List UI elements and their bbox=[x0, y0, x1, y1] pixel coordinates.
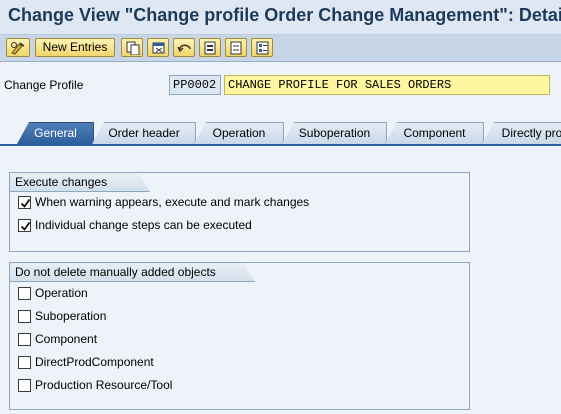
delete-button[interactable] bbox=[147, 38, 169, 57]
do-not-delete-group: Do not delete manually added objects Ope… bbox=[9, 262, 470, 410]
title-bar: Change View "Change profile Order Change… bbox=[0, 0, 561, 35]
copy-icon bbox=[126, 41, 140, 55]
config-icon bbox=[256, 41, 269, 55]
checkmark-icon bbox=[20, 199, 31, 208]
tab-suboperation[interactable]: Suboperation bbox=[282, 122, 387, 144]
tab-strip: General Order header Operation Suboperat… bbox=[0, 122, 561, 144]
new-entries-button[interactable]: New Entries bbox=[35, 38, 115, 57]
execute-changes-group-title: Execute changes bbox=[10, 173, 150, 192]
undo-button[interactable] bbox=[173, 38, 195, 57]
checkbox-label-production-resource-tool: Production Resource/Tool bbox=[35, 378, 173, 392]
change-profile-description-field[interactable]: CHANGE PROFILE FOR SALES ORDERS bbox=[224, 75, 550, 95]
page-title: Change View "Change profile Order Change… bbox=[8, 5, 561, 25]
change-profile-label: Change Profile bbox=[4, 78, 84, 92]
select-all-icon bbox=[204, 41, 216, 55]
tab-directly-produced[interactable]: Directly pro bbox=[482, 122, 561, 144]
checkbox-individual-steps[interactable] bbox=[18, 219, 31, 232]
select-all-button[interactable] bbox=[199, 38, 221, 57]
checkbox-suboperation[interactable] bbox=[18, 310, 31, 323]
display-change-button[interactable] bbox=[6, 38, 30, 57]
deselect-button[interactable] bbox=[225, 38, 247, 57]
config-button[interactable] bbox=[251, 38, 273, 57]
tab-component[interactable]: Component bbox=[385, 122, 484, 144]
checkbox-label-component: Component bbox=[35, 332, 98, 346]
do-not-delete-group-title: Do not delete manually added objects bbox=[10, 263, 255, 282]
application-toolbar: New Entries bbox=[0, 35, 561, 62]
checkbox-label-individual-steps: Individual change steps can be executed bbox=[35, 218, 252, 232]
checkbox-label-warning-execute-mark: When warning appears, execute and mark c… bbox=[35, 195, 310, 209]
tab-content-general: Execute changes When warning appears, ex… bbox=[0, 144, 561, 414]
tab-general[interactable]: General bbox=[17, 122, 94, 144]
checkbox-directprodcomponent[interactable] bbox=[18, 356, 31, 369]
checkbox-label-directprodcomponent: DirectProdComponent bbox=[35, 355, 154, 369]
checkbox-label-operation: Operation bbox=[35, 286, 88, 300]
execute-changes-group: Execute changes When warning appears, ex… bbox=[9, 172, 470, 252]
checkbox-label-suboperation: Suboperation bbox=[35, 309, 107, 323]
checkbox-component[interactable] bbox=[18, 333, 31, 346]
checkmark-icon bbox=[20, 222, 31, 231]
copy-button[interactable] bbox=[121, 38, 143, 57]
deselect-icon bbox=[230, 41, 242, 55]
checkbox-operation[interactable] bbox=[18, 287, 31, 300]
display-change-icon bbox=[11, 42, 25, 55]
checkbox-warning-execute-mark[interactable] bbox=[18, 196, 31, 209]
profile-row: Change Profile PP0002 CHANGE PROFILE FOR… bbox=[0, 72, 561, 98]
tab-order-header[interactable]: Order header bbox=[92, 122, 196, 144]
delete-icon bbox=[152, 42, 165, 54]
checkbox-production-resource-tool[interactable] bbox=[18, 379, 31, 392]
change-profile-code-field: PP0002 bbox=[169, 75, 221, 95]
undo-icon bbox=[177, 44, 191, 53]
tab-operation[interactable]: Operation bbox=[194, 122, 284, 144]
